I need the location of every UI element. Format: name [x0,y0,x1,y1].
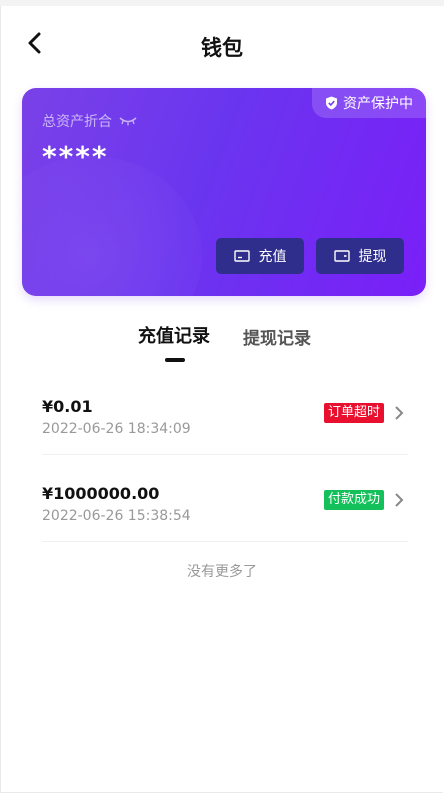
page-title: 钱包 [201,36,243,60]
record-time: 2022-06-26 15:38:54 [42,508,191,524]
eye-closed-icon[interactable] [118,116,138,126]
card-icon [233,250,250,262]
shield-check-icon [326,96,337,110]
record-amount: ¥0.01 [42,397,93,416]
chevron-right-icon [395,406,404,420]
recharge-button-label: 充值 [258,249,287,265]
recharge-button[interactable]: 充值 [216,238,304,274]
chevron-right-icon [395,493,404,507]
total-asset-label-row: 总资产折合 [42,111,138,131]
tab-withdraw-records[interactable]: 提现记录 [243,324,311,349]
withdraw-button-label: 提现 [358,249,387,265]
list-item[interactable]: ¥0.01 2022-06-26 18:34:09 订单超时 [42,368,408,455]
status-badge: 订单超时 [323,403,384,423]
wallet-icon [333,250,350,262]
record-amount: ¥1000000.00 [42,484,160,503]
wallet-card: 资产保护中 总资产折合 **** 充值 提现 [22,88,426,296]
nav-header: 钱包 [0,6,444,78]
status-badge: 付款成功 [323,490,384,510]
withdraw-button[interactable]: 提现 [316,238,404,274]
tab-recharge-records[interactable]: 充值记录 [138,322,210,348]
record-time: 2022-06-26 18:34:09 [42,421,191,437]
total-asset-value: **** [42,140,109,173]
asset-protection-badge: 资产保护中 [312,88,426,118]
no-more-text: 没有更多了 [187,564,257,580]
active-tab-indicator [165,358,185,362]
total-asset-label: 总资产折合 [42,114,112,130]
asset-protection-label: 资产保护中 [343,96,413,112]
list-item[interactable]: ¥1000000.00 2022-06-26 15:38:54 付款成功 [42,455,408,542]
card-glow-decoration [22,156,202,296]
record-tabs: 充值记录 提现记录 [0,322,444,366]
